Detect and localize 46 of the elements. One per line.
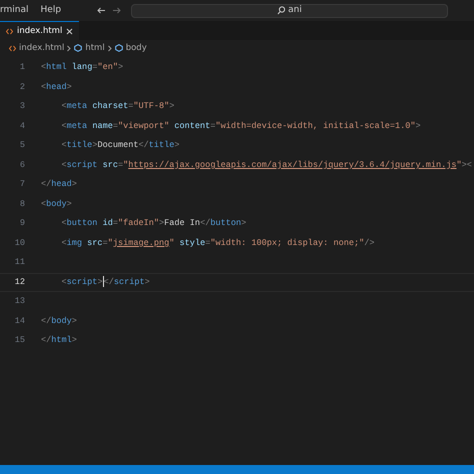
- line-number: 1: [18, 61, 25, 74]
- line-number: 12: [14, 276, 25, 289]
- line-number: 9: [18, 217, 25, 230]
- breadcrumb-item[interactable]: index.html: [19, 42, 64, 54]
- code-line: <meta charset="UTF-8">: [60, 100, 174, 114]
- code-line: <html lang="en">: [41, 61, 124, 74]
- code-line: <button id="fadeIn">Fade In</button>: [60, 217, 246, 230]
- line-number: 10: [14, 236, 25, 250]
- breadcrumb-item[interactable]: html: [85, 42, 105, 54]
- close-icon[interactable]: [66, 28, 74, 34]
- line-number: 4: [18, 120, 25, 133]
- chevron-icon: [108, 44, 112, 52]
- chevron-icon: [67, 44, 72, 52]
- code-line: </head>: [41, 178, 77, 192]
- line-number: 6: [18, 158, 25, 172]
- menu-item[interactable]: rminal: [0, 4, 35, 18]
- line-number: 7: [18, 178, 25, 192]
- code-line: <img src="jsimage.png" style="width: 100px; display: none;"/>: [60, 236, 374, 250]
- forward-arrow-icon[interactable]: [112, 7, 122, 14]
- line-number: 13: [14, 295, 25, 308]
- code-line: <script></script>: [60, 276, 150, 289]
- code-line: <body>: [41, 198, 72, 211]
- code-line: </html>: [41, 334, 77, 348]
- line-number: 15: [14, 334, 25, 348]
- line-number: 11: [14, 256, 25, 270]
- search-icon: [277, 6, 286, 15]
- code-line: <meta name="viewport" content="width=device-width, initial-scale=1.0">: [60, 120, 421, 133]
- command-center-field[interactable]: ani: [131, 4, 448, 18]
- element-icon: [114, 44, 123, 52]
- back-arrow-icon[interactable]: [97, 7, 106, 14]
- code-line: </body>: [41, 314, 77, 328]
- code-line: <script src="https://ajax.googleapis.com/ajax/libs/jquery/3.6.4/jquery.min.js"><: [60, 158, 472, 172]
- editor-tab[interactable]: index.html: [0, 21, 80, 40]
- line-number: 3: [18, 100, 25, 114]
- html-file-icon: [6, 28, 13, 34]
- html-file-icon: [9, 44, 16, 52]
- line-number: 5: [18, 139, 25, 152]
- breadcrumb-item[interactable]: body: [126, 42, 147, 54]
- line-number: 2: [18, 80, 25, 94]
- line-number: 8: [18, 198, 25, 211]
- element-icon: [74, 44, 82, 52]
- line-number: 14: [14, 314, 25, 328]
- tab-label: index.html: [17, 24, 62, 38]
- menu-item[interactable]: Help: [34, 4, 68, 18]
- code-line: <head>: [41, 80, 72, 94]
- code-line: <title>Document</title>: [60, 139, 180, 152]
